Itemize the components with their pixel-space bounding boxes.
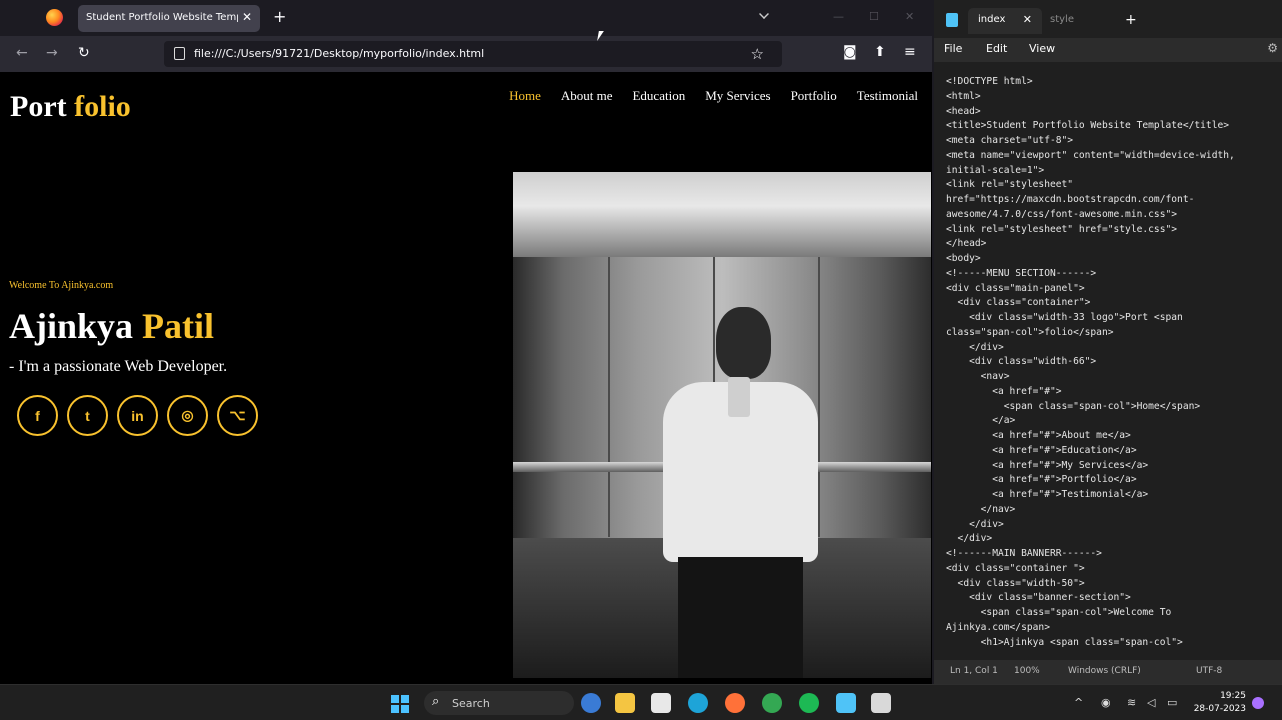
file-explorer-icon[interactable]	[615, 693, 635, 713]
nav-testimonial[interactable]: Testimonial	[857, 88, 918, 104]
zoom-level: 100%	[1014, 666, 1040, 676]
tab-style[interactable]: style	[1046, 8, 1120, 34]
search-label: Search	[452, 697, 490, 710]
battery-icon[interactable]: ▭	[1167, 696, 1177, 709]
photo-detail	[818, 257, 820, 537]
store-app-icon[interactable]	[651, 693, 671, 713]
social-links: f t in ◎ ⌥	[17, 395, 258, 436]
welcome-text: Welcome To Ajinkya.com	[9, 280, 114, 291]
extensions-icon[interactable]: ⬆	[874, 44, 886, 60]
pocket-icon[interactable]: ◙	[843, 44, 857, 60]
tab-label: index	[978, 14, 1006, 25]
volume-icon[interactable]: ◁	[1147, 696, 1155, 709]
system-clock[interactable]: 19:25 28-07-2023	[1190, 690, 1246, 716]
bookmark-star-icon[interactable]: ☆	[751, 45, 764, 63]
nav-education[interactable]: Education	[632, 88, 685, 104]
status-bar: Ln 1, Col 1 100% Windows (CRLF) UTF-8	[934, 660, 1282, 684]
browser-tab[interactable]: Student Portfolio Website Template ✕	[78, 5, 260, 32]
phone-shape	[728, 377, 750, 417]
search-icon: ⌕	[432, 694, 440, 709]
nav-about[interactable]: About me	[561, 88, 613, 104]
line-ending: Windows (CRLF)	[1068, 666, 1141, 676]
person-figure	[716, 307, 771, 379]
url-text[interactable]: file:///C:/Users/91721/Desktop/myporfoli…	[194, 47, 484, 60]
notepad-menubar: File Edit View ⚙	[934, 38, 1282, 62]
firefox-taskbar-icon[interactable]	[725, 693, 745, 713]
hero-tagline: - I'm a passionate Web Developer.	[9, 358, 228, 375]
photo-ceiling	[513, 172, 931, 257]
name-first: Ajinkya	[9, 306, 134, 346]
hero-name: Ajinkya Patil	[9, 305, 214, 347]
edge-icon[interactable]	[688, 693, 708, 713]
spotify-icon[interactable]	[799, 693, 819, 713]
close-icon[interactable]: ✕	[242, 10, 252, 24]
page-viewport: Port folio Home About me Education My Se…	[5, 72, 931, 678]
notification-icon[interactable]	[1252, 697, 1264, 709]
back-icon[interactable]: ←	[16, 45, 28, 61]
cursor-position: Ln 1, Col 1	[950, 666, 998, 676]
facebook-icon[interactable]: f	[17, 395, 58, 436]
taskbar-search[interactable]: ⌕ Search	[424, 691, 574, 715]
person-figure	[678, 557, 803, 678]
notepad-tab-bar: index ✕ style +	[934, 0, 1282, 38]
github-icon[interactable]: ⌥	[217, 395, 258, 436]
close-icon[interactable]: ✕	[1023, 13, 1032, 26]
encoding: UTF-8	[1196, 666, 1223, 676]
taskbar: ⌕ Search ^ ◉ ≋ ◁ ▭ 19:25 28-07-2023	[0, 684, 1282, 720]
nav-home[interactable]: Home	[509, 88, 541, 104]
logo-accent: folio	[74, 90, 131, 123]
logo-main: Port	[10, 90, 67, 123]
linkedin-icon[interactable]: in	[117, 395, 158, 436]
reload-icon[interactable]: ↻	[78, 45, 90, 61]
menu-icon[interactable]: ≡	[904, 44, 916, 60]
nav-services[interactable]: My Services	[705, 88, 770, 104]
tray-app-icon[interactable]: ◉	[1101, 696, 1111, 709]
address-bar[interactable]: file:///C:/Users/91721/Desktop/myporfoli…	[164, 41, 782, 67]
widget-app-icon[interactable]	[581, 693, 601, 713]
photo-detail	[608, 257, 610, 537]
menu-edit[interactable]: Edit	[986, 42, 1007, 55]
instagram-icon[interactable]: ◎	[167, 395, 208, 436]
page-icon	[174, 47, 185, 60]
firefox-icon	[46, 9, 63, 26]
nav-portfolio[interactable]: Portfolio	[791, 88, 837, 104]
code-editor[interactable]: <!DOCTYPE html> <html> <head> <title>Stu…	[946, 75, 1282, 655]
chevron-up-icon[interactable]: ^	[1074, 696, 1083, 709]
twitter-icon[interactable]: t	[67, 395, 108, 436]
menu-view[interactable]: View	[1029, 42, 1055, 55]
minimize-icon[interactable]: —	[833, 10, 844, 23]
windows-start-icon[interactable]	[391, 695, 409, 713]
site-logo[interactable]: Port folio	[10, 90, 131, 124]
tab-index[interactable]: index ✕	[968, 8, 1042, 34]
browser-toolbar: ← → ↻ file:///C:/Users/91721/Desktop/myp…	[0, 36, 932, 72]
browser-window: Student Portfolio Website Template ✕ + —…	[0, 0, 932, 684]
maximize-icon[interactable]: ☐	[869, 10, 879, 23]
profile-photo	[513, 172, 931, 678]
new-tab-icon[interactable]: +	[1125, 12, 1137, 28]
notepad-window: index ✕ style + File Edit View ⚙ <!DOCTY…	[934, 0, 1282, 684]
wifi-icon[interactable]: ≋	[1127, 696, 1136, 709]
window-close-icon[interactable]: ✕	[905, 10, 914, 23]
menu-file[interactable]: File	[944, 42, 962, 55]
new-tab-icon[interactable]: +	[273, 7, 286, 26]
chrome-icon[interactable]	[762, 693, 782, 713]
clock-date: 28-07-2023	[1193, 704, 1246, 714]
site-nav: Home About me Education My Services Port…	[509, 88, 918, 104]
clock-time: 19:25	[1220, 691, 1246, 701]
notepad-icon	[946, 13, 958, 27]
tab-label: style	[1050, 14, 1074, 25]
tab-title: Student Portfolio Website Template	[86, 12, 238, 23]
name-last: Patil	[142, 306, 215, 346]
app-icon[interactable]	[871, 693, 891, 713]
gear-icon[interactable]: ⚙	[1267, 41, 1278, 55]
forward-icon[interactable]: →	[46, 45, 58, 61]
browser-tab-bar: Student Portfolio Website Template ✕ + —…	[0, 0, 932, 36]
notepad-taskbar-icon[interactable]	[836, 693, 856, 713]
chevron-down-icon[interactable]	[759, 9, 769, 19]
